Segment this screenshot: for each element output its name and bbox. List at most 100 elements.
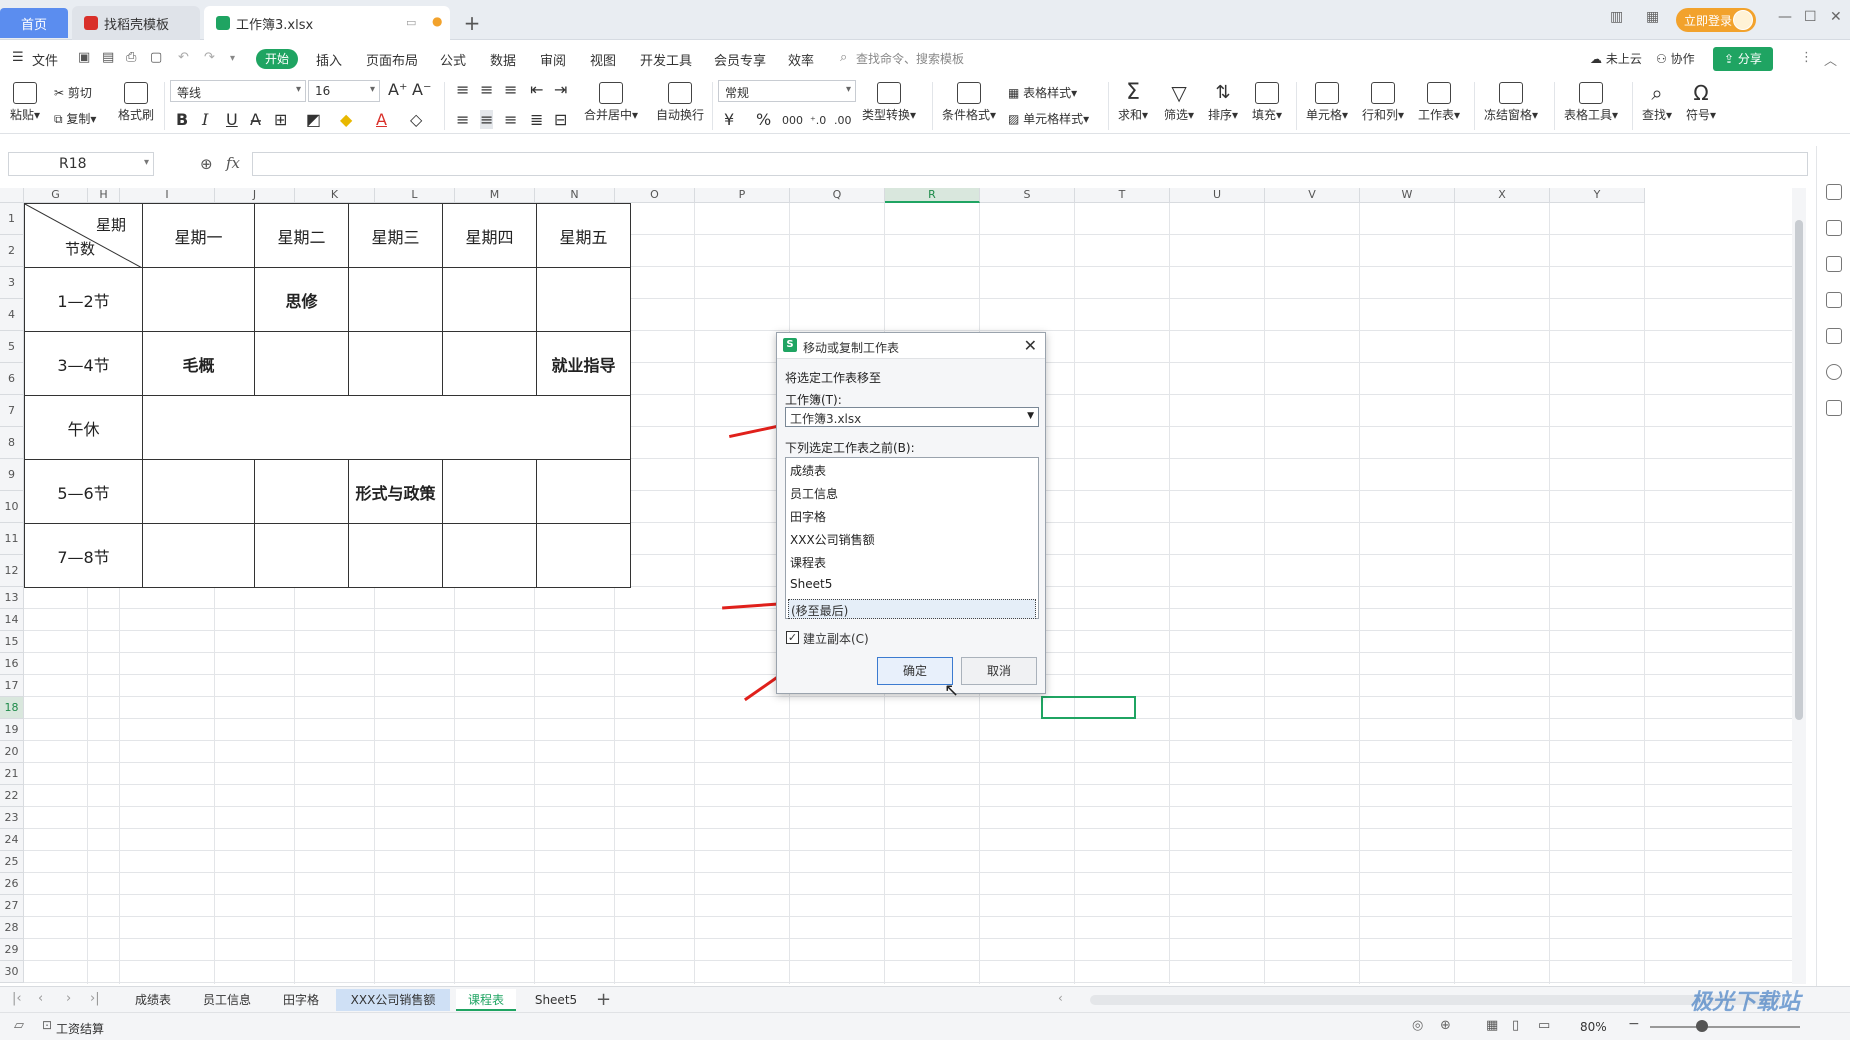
- font-name-select[interactable]: 等线: [170, 80, 306, 102]
- normal-view-icon[interactable]: ▦: [1486, 1018, 1498, 1033]
- class-cell[interactable]: [142, 459, 255, 524]
- row-header[interactable]: 20: [0, 741, 24, 763]
- row-header[interactable]: 24: [0, 829, 24, 851]
- language-icon[interactable]: ⊕: [1440, 1018, 1451, 1033]
- row-header[interactable]: 9: [0, 459, 24, 491]
- read-view-icon[interactable]: ▭: [1538, 1018, 1550, 1033]
- class-cell[interactable]: 毛概: [142, 331, 255, 396]
- column-header[interactable]: L: [375, 188, 455, 203]
- fill-color-icon[interactable]: ◆: [340, 110, 352, 129]
- class-cell[interactable]: 形式与政策: [348, 459, 443, 524]
- select-all-corner[interactable]: [0, 188, 24, 203]
- row-header[interactable]: 3: [0, 267, 24, 299]
- list-item[interactable]: 员工信息: [790, 485, 838, 502]
- add-sheet-button[interactable]: +: [596, 989, 611, 1010]
- cancel-button[interactable]: 取消: [961, 657, 1037, 685]
- class-cell[interactable]: [442, 459, 537, 524]
- zoom-slider-handle[interactable]: [1696, 1020, 1708, 1032]
- row-header[interactable]: 1: [0, 203, 24, 235]
- day-header-cell[interactable]: 星期二: [254, 203, 349, 268]
- copy-button[interactable]: ⧉ 复制▾: [54, 110, 96, 127]
- wrap-text-button[interactable]: 自动换行: [656, 82, 704, 123]
- table-tools-button[interactable]: 表格工具▾: [1564, 82, 1618, 123]
- indent-decrease-icon[interactable]: ⇤: [530, 80, 543, 99]
- status-icon[interactable]: ▱: [14, 1018, 24, 1033]
- menu-review[interactable]: 审阅: [540, 50, 566, 69]
- scroll-thumb[interactable]: [1795, 220, 1803, 720]
- justify-icon[interactable]: ≣: [530, 110, 543, 129]
- cloud-status[interactable]: ☁ 未上云: [1590, 50, 1642, 67]
- align-right-icon[interactable]: ≡: [504, 110, 517, 129]
- underline-icon[interactable]: U: [226, 110, 238, 129]
- row-header[interactable]: 17: [0, 675, 24, 697]
- sort-button[interactable]: ⇅ 排序▾: [1208, 82, 1238, 123]
- row-header[interactable]: 6: [0, 363, 24, 395]
- day-header-cell[interactable]: 星期一: [142, 203, 255, 268]
- column-header[interactable]: X: [1455, 188, 1550, 203]
- row-header[interactable]: 16: [0, 653, 24, 675]
- workbook-select[interactable]: 工作簿3.xlsx: [785, 407, 1039, 427]
- list-item-move-last[interactable]: (移至最后): [788, 599, 1036, 619]
- column-header[interactable]: N: [535, 188, 615, 203]
- period-cell[interactable]: 7—8节: [24, 523, 143, 588]
- row-header[interactable]: 11: [0, 523, 24, 555]
- class-cell[interactable]: 就业指导: [536, 331, 631, 396]
- row-header[interactable]: 19: [0, 719, 24, 741]
- period-cell[interactable]: 5—6节: [24, 459, 143, 524]
- column-header[interactable]: G: [24, 188, 88, 203]
- align-bottom-icon[interactable]: ≡: [504, 80, 517, 99]
- menu-developer[interactable]: 开发工具: [640, 50, 692, 69]
- first-sheet-icon[interactable]: |‹: [12, 991, 22, 1006]
- cell-style-button[interactable]: ▨ 单元格样式▾: [1008, 110, 1089, 127]
- period-cell[interactable]: 午休: [24, 395, 143, 460]
- command-search-input[interactable]: 查找命令、搜索模板: [856, 50, 964, 67]
- find-button[interactable]: ⌕ 查找▾: [1642, 82, 1672, 123]
- column-header[interactable]: O: [615, 188, 695, 203]
- day-header-cell[interactable]: 星期三: [348, 203, 443, 268]
- more-icon[interactable]: ⋮: [1800, 50, 1813, 65]
- ok-button[interactable]: 确定: [877, 657, 953, 685]
- font-color-icon[interactable]: A: [376, 110, 387, 129]
- header-corner-cell[interactable]: 星期 节数: [24, 203, 144, 269]
- sheet-tab[interactable]: XXX公司销售额: [336, 989, 450, 1011]
- row-header[interactable]: 8: [0, 427, 24, 459]
- strikethrough-icon[interactable]: A̶: [250, 110, 261, 129]
- column-header[interactable]: K: [295, 188, 375, 203]
- list-item[interactable]: Sheet5: [790, 577, 832, 591]
- conditional-format-button[interactable]: 条件格式▾: [942, 82, 996, 123]
- sheet-tab[interactable]: 田字格: [270, 989, 332, 1011]
- sheet-list[interactable]: 成绩表 员工信息 田字格 XXX公司销售额 课程表 Sheet5 (移至最后): [785, 457, 1039, 619]
- create-copy-label[interactable]: 建立副本(C): [803, 630, 869, 647]
- worksheet-button[interactable]: 工作表▾: [1418, 82, 1460, 123]
- row-header[interactable]: 22: [0, 785, 24, 807]
- list-item[interactable]: 田字格: [790, 508, 826, 525]
- format-icon[interactable]: [1826, 292, 1842, 308]
- menu-member[interactable]: 会员专享: [714, 50, 766, 69]
- sheet-tab[interactable]: 员工信息: [194, 989, 260, 1011]
- share-button[interactable]: ⇪ 分享: [1713, 47, 1773, 71]
- menu-start[interactable]: 开始: [256, 49, 298, 69]
- column-header[interactable]: V: [1265, 188, 1360, 203]
- prev-sheet-icon[interactable]: ‹: [38, 991, 43, 1006]
- row-header[interactable]: 18: [0, 697, 24, 719]
- zoom-level[interactable]: 80%: [1580, 1020, 1607, 1034]
- cursor-icon[interactable]: [1826, 220, 1842, 236]
- column-header[interactable]: M: [455, 188, 535, 203]
- book-icon[interactable]: [1826, 400, 1842, 416]
- column-header[interactable]: H: [88, 188, 120, 203]
- horizontal-scrollbar[interactable]: [1090, 995, 1780, 1005]
- sheet-tab-active[interactable]: 课程表: [456, 989, 516, 1011]
- cell-button[interactable]: 单元格▾: [1306, 82, 1348, 123]
- menu-formula[interactable]: 公式: [440, 50, 466, 69]
- row-header[interactable]: 25: [0, 851, 24, 873]
- align-middle-icon[interactable]: ≡: [480, 80, 493, 99]
- class-cell[interactable]: [536, 459, 631, 524]
- increase-font-icon[interactable]: A⁺: [388, 80, 407, 99]
- preview-icon[interactable]: ▢: [150, 50, 162, 65]
- create-copy-checkbox[interactable]: ✓: [786, 631, 799, 644]
- class-cell[interactable]: [442, 267, 537, 332]
- cell-fill-icon[interactable]: ◩: [306, 110, 321, 129]
- sheet-tab[interactable]: 成绩表: [122, 989, 184, 1011]
- close-window-icon[interactable]: ✕: [1830, 9, 1842, 25]
- italic-icon[interactable]: I: [202, 110, 208, 129]
